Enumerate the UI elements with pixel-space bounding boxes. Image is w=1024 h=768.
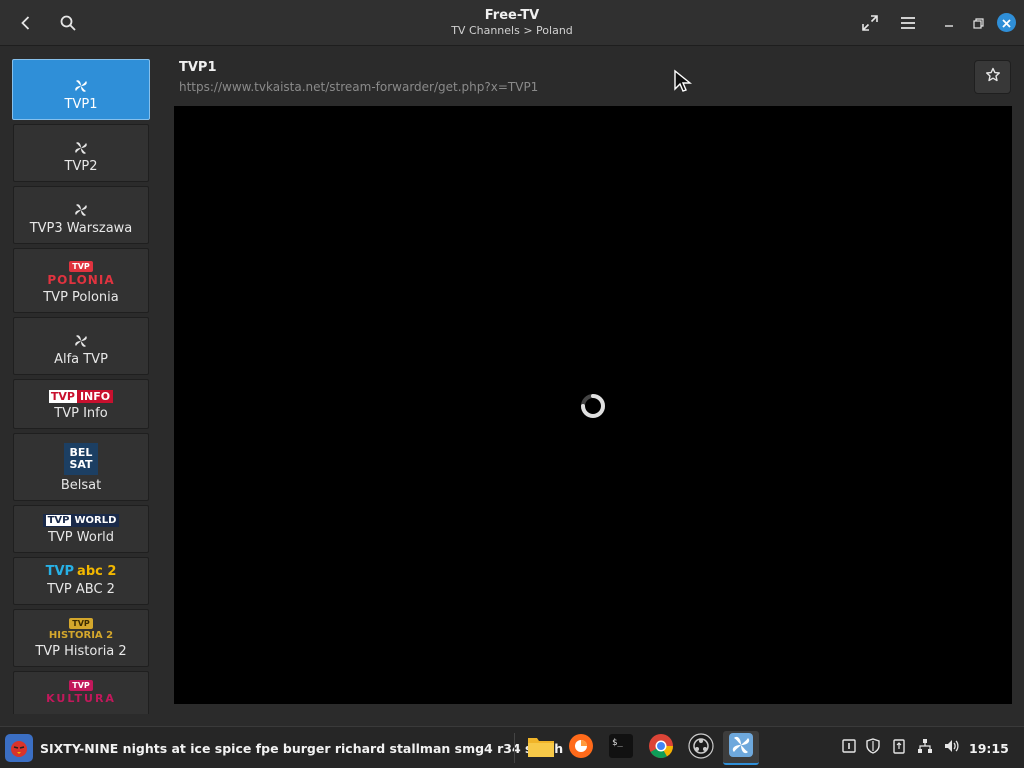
obs-icon	[688, 733, 714, 763]
channel-item-alfa-tvp[interactable]: Alfa TVP	[13, 317, 149, 375]
logo-part: TVP	[45, 515, 72, 526]
tvp-world-logo: TVP WORLD	[42, 514, 120, 527]
channel-name: TVP2	[64, 159, 98, 174]
main-menu-button[interactable]	[892, 8, 924, 38]
belsat-logo: BEL SAT	[64, 443, 98, 475]
chrome-launcher[interactable]	[643, 731, 679, 765]
channel-item-tvp1[interactable]: TVP1	[12, 59, 150, 120]
terminal-icon: $_	[608, 733, 634, 763]
free-tv-icon	[728, 732, 754, 762]
logo-part: TVP	[45, 564, 75, 579]
channel-name: TVP1	[64, 97, 98, 112]
terminal-launcher[interactable]: $_	[603, 731, 639, 765]
keyboard-layout-icon	[841, 738, 857, 758]
tvp-abc-logo: TVP abc 2	[46, 564, 117, 579]
header-bar: Free-TV TV Channels > Poland	[0, 0, 1024, 46]
logo-tag: TVP	[69, 618, 93, 629]
minimize-icon	[944, 18, 954, 28]
hamburger-menu-icon	[900, 16, 916, 30]
channel-list[interactable]: TVP1 TVP2 TVP3 Warszawa TVP POLONIA TVP …	[12, 59, 150, 714]
star-icon	[985, 67, 1001, 87]
keyboard-layout-indicator[interactable]	[840, 739, 858, 757]
clock[interactable]: 19:15	[969, 741, 1009, 756]
search-icon	[59, 14, 77, 32]
tvp-kultura-logo: TVP KULTURA	[46, 680, 116, 705]
mouse-pointer-icon	[673, 69, 693, 97]
channel-item-tvp2[interactable]: TVP2	[13, 124, 149, 182]
channel-item-tvp3-warszawa[interactable]: TVP3 Warszawa	[13, 186, 149, 244]
channel-item-belsat[interactable]: BEL SAT Belsat	[13, 433, 149, 501]
files-launcher[interactable]	[523, 731, 559, 765]
search-button[interactable]	[52, 8, 84, 38]
channel-name: Alfa TVP	[54, 352, 108, 367]
active-window-title[interactable]: SIXTY-NINE nights at ice spice fpe burge…	[40, 741, 563, 756]
channel-item-tvp-historia-2[interactable]: TVP HISTORIA 2 TVP Historia 2	[13, 609, 149, 667]
back-button[interactable]	[10, 8, 42, 38]
tvp-historia-logo: TVP HISTORIA 2	[49, 618, 113, 641]
active-window-icon[interactable]	[5, 734, 33, 762]
logo-line: SAT	[69, 458, 93, 471]
svg-text:$_: $_	[612, 738, 623, 748]
security-indicator[interactable]	[864, 738, 882, 758]
chevron-left-icon	[18, 15, 34, 31]
tvp-polonia-logo: TVP POLONIA	[47, 261, 114, 287]
loading-spinner-icon	[578, 391, 608, 421]
logo-text: KULTURA	[46, 692, 116, 705]
channel-item-tvp-abc-2[interactable]: TVP abc 2 TVP ABC 2	[13, 557, 149, 605]
fullscreen-button[interactable]	[854, 8, 886, 38]
tvp-flower-icon	[73, 333, 89, 349]
channel-item-tvp-world[interactable]: TVP WORLD TVP World	[13, 505, 149, 553]
firefox-icon	[568, 733, 594, 763]
tvp-flower-icon	[73, 78, 89, 94]
logo-tag: TVP	[69, 680, 93, 691]
maximize-icon	[972, 17, 984, 29]
maximize-button[interactable]	[964, 8, 992, 38]
expand-icon	[861, 14, 879, 32]
channel-item-tvp-polonia[interactable]: TVP POLONIA TVP Polonia	[13, 248, 149, 313]
firefox-launcher[interactable]	[563, 731, 599, 765]
clipboard-icon	[891, 738, 907, 758]
channel-name: TVP ABC 2	[47, 582, 115, 597]
channel-title: TVP1	[179, 60, 217, 75]
obs-launcher[interactable]	[683, 731, 719, 765]
network-indicator[interactable]	[916, 739, 934, 757]
logo-tag: TVP	[69, 261, 93, 272]
favorite-button[interactable]	[974, 60, 1011, 94]
channel-item-tvp-kultura[interactable]: TVP KULTURA	[13, 671, 149, 714]
volume-indicator[interactable]	[942, 739, 960, 757]
logo-part: INFO	[76, 390, 114, 403]
logo-part: TVP	[48, 390, 77, 403]
taskbar: SIXTY-NINE nights at ice spice fpe burge…	[0, 726, 1024, 768]
files-icon	[527, 734, 555, 762]
channel-name: TVP Historia 2	[35, 644, 127, 659]
free-tv-launcher[interactable]	[723, 731, 759, 765]
channel-name: TVP World	[47, 530, 115, 545]
tvp-flower-icon	[73, 202, 89, 218]
video-player[interactable]	[174, 106, 1012, 704]
logo-part: abc 2	[77, 564, 117, 579]
channel-name: Belsat	[60, 478, 102, 493]
volume-icon	[943, 738, 959, 758]
chrome-icon	[648, 733, 674, 763]
tvp-info-logo: TVP INFO	[48, 390, 114, 403]
network-icon	[917, 738, 933, 758]
tvp-flower-icon	[73, 140, 89, 156]
channel-name: TVP Polonia	[43, 290, 119, 305]
channel-name: TVP3 Warszawa	[29, 221, 133, 236]
stream-url: https://www.tvkaista.net/stream-forwarde…	[179, 80, 539, 94]
minimize-button[interactable]	[935, 8, 963, 38]
logo-text: POLONIA	[47, 273, 115, 287]
logo-text: HISTORIA 2	[48, 630, 114, 641]
logo-part: WORLD	[74, 515, 117, 526]
channel-name: TVP Info	[54, 406, 108, 421]
close-icon	[1002, 13, 1011, 32]
clipboard-indicator[interactable]	[890, 739, 908, 757]
close-button[interactable]	[997, 13, 1016, 32]
taskbar-separator	[514, 733, 515, 763]
channel-item-tvp-info[interactable]: TVP INFO TVP Info	[13, 379, 149, 429]
shield-icon	[865, 738, 881, 758]
